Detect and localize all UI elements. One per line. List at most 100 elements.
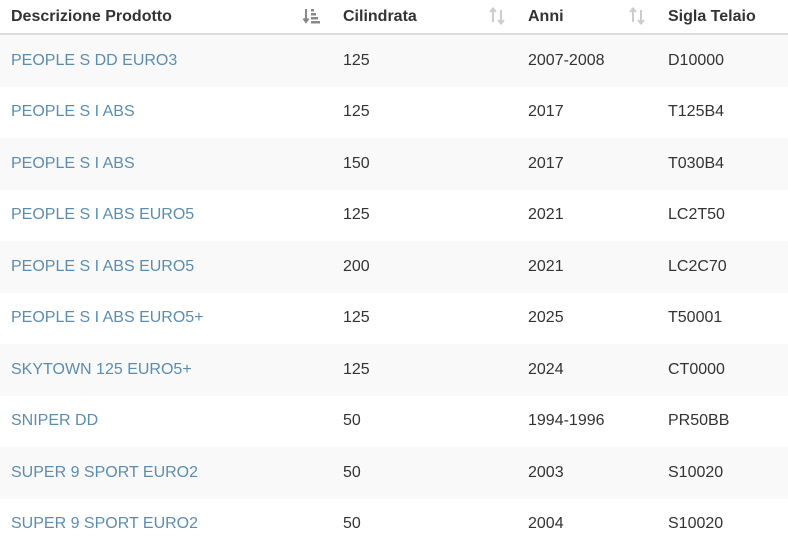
product-description-cell: PEOPLE S I ABS EURO5 <box>0 241 332 293</box>
displacement-cell: 125 <box>343 103 370 120</box>
table-row[interactable]: PEOPLE S I ABS EURO5 200 2021 LC2C70 <box>0 241 788 293</box>
years-cell: 2004 <box>528 515 564 532</box>
table-row[interactable]: PEOPLE S I ABS EURO5 125 2021 LC2T50 <box>0 190 788 242</box>
displacement-cell: 200 <box>343 258 370 275</box>
product-description-link[interactable]: PEOPLE S DD EURO3 <box>11 52 177 69</box>
displacement-cell: 150 <box>343 155 370 172</box>
header-sigla-telaio[interactable]: Sigla Telaio <box>657 0 788 34</box>
displacement-cell: 125 <box>332 293 517 345</box>
header-label: Sigla Telaio <box>668 8 756 25</box>
product-description-cell: PEOPLE S DD EURO3 <box>0 34 332 87</box>
frame-code-cell: T030B4 <box>657 138 788 190</box>
table-row[interactable]: SNIPER DD 50 1994-1996 PR50BB <box>0 396 788 448</box>
displacement-cell: 50 <box>332 447 517 499</box>
frame-code-cell: LC2C70 <box>657 241 788 293</box>
product-description-cell: PEOPLE S I ABS <box>0 138 332 190</box>
table-row[interactable]: SUPER 9 SPORT EURO2 50 2003 S10020 <box>0 447 788 499</box>
displacement-cell: 125 <box>343 361 370 378</box>
product-description-cell: PEOPLE S I ABS <box>0 87 332 139</box>
frame-code-cell: CT0000 <box>657 344 788 396</box>
header-label: Descrizione Prodotto <box>11 8 172 25</box>
years-cell: 2021 <box>528 258 564 275</box>
years-cell: 2017 <box>517 87 657 139</box>
product-description-link[interactable]: PEOPLE S I ABS <box>11 103 135 120</box>
years-cell: 1994-1996 <box>517 396 657 448</box>
frame-code-cell: S10020 <box>668 515 723 532</box>
years-cell: 2007-2008 <box>517 34 657 87</box>
products-table: Descrizione Prodotto Cilindrata Anni <box>0 0 788 550</box>
displacement-cell: 125 <box>343 309 370 326</box>
frame-code-cell: T50001 <box>657 293 788 345</box>
table-row[interactable]: PEOPLE S I ABS 150 2017 T030B4 <box>0 138 788 190</box>
years-cell: 2021 <box>517 190 657 242</box>
sort-alpha-desc-icon[interactable] <box>302 6 322 26</box>
product-description-link[interactable]: SUPER 9 SPORT EURO2 <box>11 515 198 532</box>
years-cell: 2024 <box>528 361 564 378</box>
product-description-cell: PEOPLE S I ABS EURO5+ <box>0 293 332 345</box>
displacement-cell: 125 <box>332 344 517 396</box>
displacement-cell: 125 <box>343 206 370 223</box>
table-row[interactable]: PEOPLE S DD EURO3 125 2007-2008 D10000 <box>0 34 788 87</box>
product-description-link[interactable]: PEOPLE S I ABS EURO5 <box>11 206 194 223</box>
product-description-link[interactable]: PEOPLE S I ABS <box>11 155 135 172</box>
years-cell: 2021 <box>528 206 564 223</box>
sort-both-icon[interactable] <box>627 6 647 26</box>
frame-code-cell: PR50BB <box>668 412 729 429</box>
frame-code-cell: S10020 <box>668 464 723 481</box>
displacement-cell: 50 <box>332 396 517 448</box>
header-anni[interactable]: Anni <box>517 0 657 34</box>
years-cell: 2007-2008 <box>528 52 605 69</box>
table-row[interactable]: PEOPLE S I ABS EURO5+ 125 2025 T50001 <box>0 293 788 345</box>
frame-code-cell: D10000 <box>657 34 788 87</box>
header-descrizione-prodotto[interactable]: Descrizione Prodotto <box>0 0 332 34</box>
years-cell: 1994-1996 <box>528 412 605 429</box>
frame-code-cell: PR50BB <box>657 396 788 448</box>
frame-code-cell: T030B4 <box>668 155 724 172</box>
frame-code-cell: D10000 <box>668 52 724 69</box>
table-row[interactable]: PEOPLE S I ABS 125 2017 T125B4 <box>0 87 788 139</box>
frame-code-cell: LC2C70 <box>668 258 727 275</box>
displacement-cell: 125 <box>332 34 517 87</box>
frame-code-cell: T125B4 <box>668 103 724 120</box>
displacement-cell: 50 <box>343 515 361 532</box>
frame-code-cell: LC2T50 <box>657 190 788 242</box>
product-description-link[interactable]: SNIPER DD <box>11 412 98 429</box>
product-description-cell: SNIPER DD <box>0 396 332 448</box>
years-cell: 2003 <box>528 464 564 481</box>
product-description-link[interactable]: SUPER 9 SPORT EURO2 <box>11 464 198 481</box>
sort-both-icon[interactable] <box>487 6 507 26</box>
displacement-cell: 200 <box>332 241 517 293</box>
years-cell: 2017 <box>528 155 564 172</box>
product-description-cell: SUPER 9 SPORT EURO2 <box>0 499 332 550</box>
product-description-link[interactable]: SKYTOWN 125 EURO5+ <box>11 361 192 378</box>
frame-code-cell: T125B4 <box>657 87 788 139</box>
years-cell: 2025 <box>517 293 657 345</box>
years-cell: 2024 <box>517 344 657 396</box>
table-header-row: Descrizione Prodotto Cilindrata Anni <box>0 0 788 34</box>
displacement-cell: 125 <box>343 52 370 69</box>
displacement-cell: 50 <box>332 499 517 550</box>
displacement-cell: 50 <box>343 464 361 481</box>
frame-code-cell: T50001 <box>668 309 722 326</box>
years-cell: 2021 <box>517 241 657 293</box>
displacement-cell: 150 <box>332 138 517 190</box>
years-cell: 2004 <box>517 499 657 550</box>
frame-code-cell: S10020 <box>657 499 788 550</box>
header-cilindrata[interactable]: Cilindrata <box>332 0 517 34</box>
product-description-link[interactable]: PEOPLE S I ABS EURO5+ <box>11 309 204 326</box>
frame-code-cell: LC2T50 <box>668 206 725 223</box>
header-label: Anni <box>528 8 564 25</box>
frame-code-cell: S10020 <box>657 447 788 499</box>
displacement-cell: 125 <box>332 190 517 242</box>
table-row[interactable]: SKYTOWN 125 EURO5+ 125 2024 CT0000 <box>0 344 788 396</box>
product-description-link[interactable]: PEOPLE S I ABS EURO5 <box>11 258 194 275</box>
years-cell: 2025 <box>528 309 564 326</box>
table-row[interactable]: SUPER 9 SPORT EURO2 50 2004 S10020 <box>0 499 788 550</box>
years-cell: 2003 <box>517 447 657 499</box>
product-description-cell: SKYTOWN 125 EURO5+ <box>0 344 332 396</box>
frame-code-cell: CT0000 <box>668 361 725 378</box>
years-cell: 2017 <box>517 138 657 190</box>
displacement-cell: 125 <box>332 87 517 139</box>
header-label: Cilindrata <box>343 8 417 25</box>
displacement-cell: 50 <box>343 412 361 429</box>
